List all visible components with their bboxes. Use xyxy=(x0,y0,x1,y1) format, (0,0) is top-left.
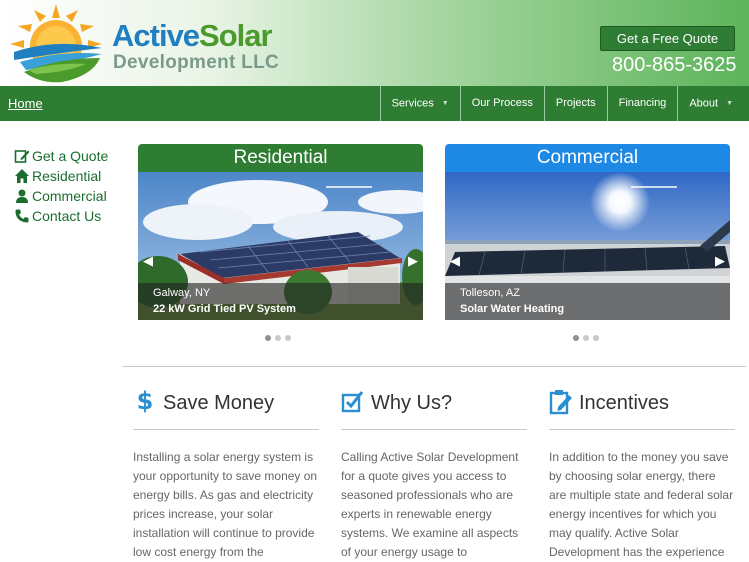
sidebar-item-label: Commercial xyxy=(32,188,107,204)
slide-progress-bar xyxy=(631,186,677,188)
next-slide-arrow-icon[interactable]: ▶ xyxy=(406,251,420,271)
slider-dot[interactable] xyxy=(285,335,291,341)
site-header: ActiveSolar Development LLC Get a Free Q… xyxy=(0,0,749,86)
commercial-location: Tolleson, AZ xyxy=(460,287,520,299)
sidebar-item-commercial[interactable]: Commercial xyxy=(14,186,108,206)
slider-dot[interactable] xyxy=(573,335,579,341)
svg-text:$: $ xyxy=(137,387,154,415)
nav-item-financing[interactable]: Financing xyxy=(606,86,678,121)
sidebar-item-label: Residential xyxy=(32,168,102,184)
residential-title: Residential xyxy=(138,144,423,172)
residential-slider-dots xyxy=(265,335,291,341)
free-quote-button[interactable]: Get a Free Quote xyxy=(600,26,735,51)
nav-item-projects[interactable]: Projects xyxy=(543,86,607,121)
feature-incentives: Incentives In addition to the money you … xyxy=(549,383,735,562)
sidebar-item-label: Get a Quote xyxy=(32,148,109,164)
edit-icon xyxy=(14,150,30,163)
feature-heading: $ Save Money xyxy=(133,383,319,415)
feature-text: In addition to the money you save by cho… xyxy=(549,450,734,559)
feature-rule xyxy=(549,429,735,430)
feature-rule xyxy=(133,429,319,430)
nav-item-label: Financing xyxy=(618,97,667,109)
nav-item-our-process[interactable]: Our Process xyxy=(459,86,544,121)
feature-text: Installing a solar energy system is your… xyxy=(133,450,318,559)
feature-text: Calling Active Solar Development for a q… xyxy=(341,450,519,559)
commercial-slider-dots xyxy=(573,335,599,341)
sidebar-item-residential[interactable]: Residential xyxy=(14,166,108,186)
caret-down-icon: ▼ xyxy=(441,100,449,107)
feature-save-money: $ Save Money Installing a solar energy s… xyxy=(133,383,319,562)
commercial-caption: Tolleson, AZ Solar Water Heating xyxy=(445,283,730,320)
feature-title: Incentives xyxy=(579,392,670,414)
brand-subtitle: Development LLC xyxy=(113,52,280,73)
sidebar-item-contact-us[interactable]: Contact Us xyxy=(14,206,108,226)
brand-name[interactable]: ActiveSolar xyxy=(112,18,273,54)
commercial-slider[interactable]: Commercial ◀ ▶ Tolleson, AZ Solar Water … xyxy=(445,144,730,320)
prev-slide-arrow-icon[interactable]: ◀ xyxy=(141,251,155,271)
dollar-icon: $ xyxy=(137,387,154,415)
residential-description: 22 kW Grid Tied PV System xyxy=(153,303,296,315)
brand-active: Active xyxy=(112,18,200,53)
nav-item-services[interactable]: Services ▼ xyxy=(379,86,460,121)
nav-item-label: Projects xyxy=(555,97,596,109)
home-icon xyxy=(15,169,29,183)
slider-dot[interactable] xyxy=(275,335,281,341)
commercial-title: Commercial xyxy=(445,144,730,172)
feature-title: Why Us? xyxy=(371,392,453,414)
nav-item-label: About xyxy=(689,97,719,110)
sidebar-item-label: Contact Us xyxy=(32,208,102,224)
slider-dot[interactable] xyxy=(593,335,599,341)
brand-solar: Solar xyxy=(199,18,273,53)
section-divider xyxy=(122,366,746,367)
nav-item-label: Services xyxy=(391,97,434,110)
slider-dot[interactable] xyxy=(265,335,271,341)
prev-slide-arrow-icon[interactable]: ◀ xyxy=(448,251,462,271)
nav-home-link[interactable]: Home xyxy=(8,96,43,111)
feature-why-us: Why Us? Calling Active Solar Development… xyxy=(341,383,527,562)
next-slide-arrow-icon[interactable]: ▶ xyxy=(713,251,727,271)
residential-caption: Galway, NY 22 kW Grid Tied PV System xyxy=(138,283,423,320)
sidebar: Get a Quote Residential Commercial Conta… xyxy=(14,146,108,226)
sun-logo-icon[interactable] xyxy=(6,2,106,84)
nav-item-about[interactable]: About ▼ xyxy=(677,86,749,121)
nav-menu: Services ▼ Our Process Projects Financing… xyxy=(379,86,749,121)
feature-rule xyxy=(341,429,527,430)
phone-icon xyxy=(15,209,29,223)
nav-item-label: Our Process xyxy=(471,97,533,109)
residential-slider[interactable]: Residential ◀ ▶ Galway, NY 22 kW Grid Ti… xyxy=(138,144,423,320)
sidebar-item-get-a-quote[interactable]: Get a Quote xyxy=(14,146,108,166)
commercial-description: Solar Water Heating xyxy=(460,303,565,315)
user-icon xyxy=(16,189,28,203)
feature-heading: Why Us? xyxy=(341,383,527,415)
residential-location: Galway, NY xyxy=(153,287,211,299)
caret-down-icon: ▼ xyxy=(726,100,733,107)
slide-progress-bar xyxy=(326,186,372,188)
checkbox-icon xyxy=(341,391,364,413)
slider-dot[interactable] xyxy=(583,335,589,341)
phone-number[interactable]: 800-865-3625 xyxy=(612,54,737,77)
feature-title: Save Money xyxy=(163,392,275,414)
clipboard-edit-icon xyxy=(549,390,572,415)
main-nav: Home Services ▼ Our Process Projects Fina… xyxy=(0,86,749,121)
feature-heading: Incentives xyxy=(549,383,735,415)
